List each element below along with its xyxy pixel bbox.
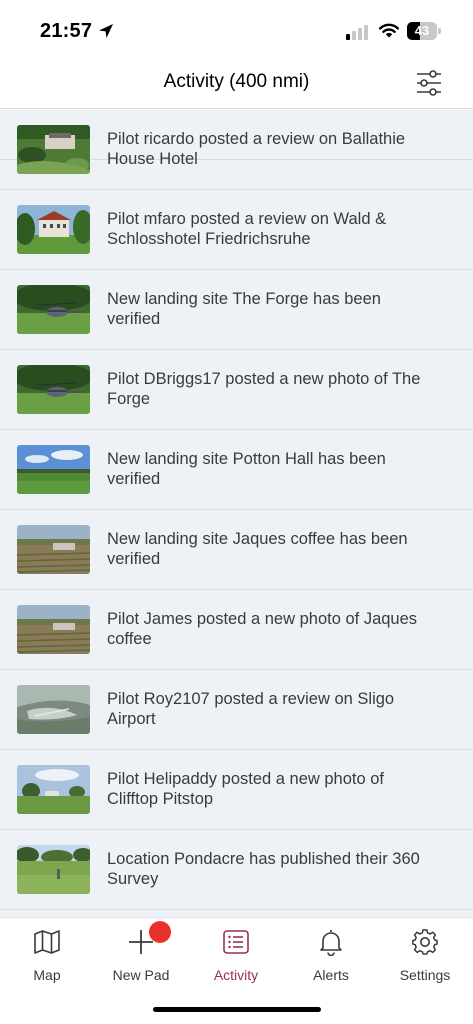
feed-item-text: Pilot Helipaddy posted a new photo of Cl…	[107, 770, 385, 808]
sliders-icon[interactable]	[416, 69, 442, 97]
feed-thumbnail	[17, 845, 90, 894]
tab-alerts[interactable]: Alerts	[284, 926, 378, 986]
activity-feed[interactable]: Pilot ricardo posted a review on Ballath…	[0, 110, 473, 917]
feed-thumbnail	[17, 525, 90, 574]
feed-item-text: New landing site Potton Hall has been ve…	[107, 450, 386, 488]
feed-item[interactable]: Pilot DBriggs17 posted a new photo of Th…	[0, 350, 473, 430]
page-title: Activity (400 nmi)	[163, 71, 310, 92]
feed-thumbnail	[17, 685, 90, 734]
feed-item[interactable]: Pilot Helipaddy posted a new photo of Cl…	[0, 750, 473, 830]
tab-label: New Pad	[112, 967, 170, 983]
tab-label: Alerts	[313, 967, 349, 983]
battery-percent: 43	[414, 23, 430, 38]
feed-item-text: Pilot ricardo posted a review on Ballath…	[107, 130, 406, 168]
feed-item[interactable]: Location Pondacre has published their 36…	[0, 830, 473, 910]
feed-item-text: Pilot Roy2107 posted a review on Sligo A…	[107, 690, 395, 728]
map-icon	[34, 930, 60, 954]
notification-badge	[149, 921, 171, 943]
feed-thumbnail	[17, 445, 90, 494]
tab-label: Map	[33, 967, 61, 983]
tab-label: Activity	[213, 967, 259, 983]
bell-icon	[320, 930, 342, 956]
feed-item[interactable]: Pilot Roy2107 posted a review on Sligo A…	[0, 670, 473, 750]
feed-item[interactable]: Pilot mfaro posted a review on Wald & Sc…	[0, 190, 473, 270]
feed-thumbnail	[17, 285, 90, 334]
tab-settings[interactable]: Settings	[378, 926, 472, 986]
feed-item-text: New landing site Jaques coffee has been …	[107, 530, 408, 568]
feed-item-text: New landing site The Forge has been veri…	[107, 290, 381, 328]
home-indicator[interactable]	[153, 1007, 321, 1012]
tab-activity[interactable]: Activity	[189, 926, 283, 986]
feed-item[interactable]: Pilot ricardo posted a review on Ballath…	[0, 110, 473, 190]
tab-label: Settings	[399, 967, 451, 983]
feed-item-text: Pilot mfaro posted a review on Wald & Sc…	[107, 210, 387, 248]
feed-thumbnail	[17, 125, 90, 174]
feed-item-text: Pilot James posted a new photo of Jaques…	[107, 610, 418, 648]
list-icon	[223, 930, 249, 954]
gear-icon	[412, 929, 438, 955]
location-arrow-icon	[99, 24, 113, 38]
feed-thumbnail	[17, 365, 90, 414]
feed-item-text: Location Pondacre has published their 36…	[107, 850, 420, 888]
status-time: 21:57	[40, 20, 93, 42]
tab-new-pad[interactable]: New Pad	[94, 921, 188, 986]
wifi-icon	[379, 23, 399, 38]
feed-thumbnail	[17, 205, 90, 254]
feed-item[interactable]: New landing site Jaques coffee has been …	[0, 510, 473, 590]
feed-item[interactable]: New landing site Potton Hall has been ve…	[0, 430, 473, 510]
feed-item-text: Pilot DBriggs17 posted a new photo of Th…	[107, 370, 421, 408]
tab-map[interactable]: Map	[0, 926, 94, 986]
battery-icon: 43	[407, 22, 441, 40]
feed-thumbnail	[17, 605, 90, 654]
feed-item[interactable]: Pilot James posted a new photo of Jaques…	[0, 590, 473, 670]
header: Activity (400 nmi)	[0, 60, 473, 109]
feed-thumbnail	[17, 765, 90, 814]
status-bar: 21:57 43	[0, 0, 473, 60]
cellular-signal-icon	[346, 24, 370, 40]
feed-item[interactable]: New landing site The Forge has been veri…	[0, 270, 473, 350]
